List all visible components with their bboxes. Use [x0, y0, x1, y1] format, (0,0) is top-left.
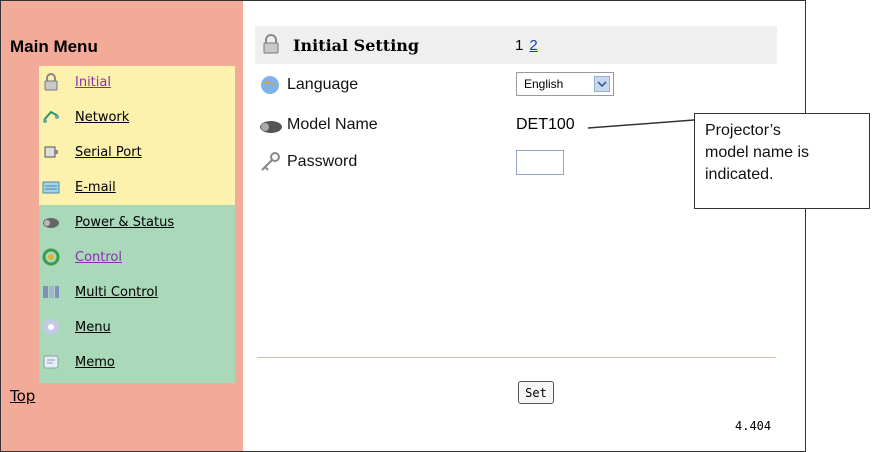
page-title: Initial Setting — [293, 36, 420, 55]
callout-pointer — [588, 119, 695, 129]
email-icon — [42, 181, 60, 194]
divider — [257, 357, 776, 358]
serial-port-icon — [44, 146, 58, 158]
language-select-value: English — [524, 77, 564, 91]
sidebar-item-power-status-label[interactable]: Power & Status — [75, 215, 174, 230]
sidebar-item-email[interactable]: E-mail — [39, 170, 116, 204]
version-text: 4.404 — [735, 419, 772, 433]
sidebar-item-memo-label[interactable]: Memo — [75, 355, 115, 370]
projector-icon — [260, 121, 282, 133]
callout-line-1: Projector’s — [705, 122, 781, 139]
current-page: 1 — [515, 37, 524, 54]
sidebar-item-menu-label[interactable]: Menu — [75, 320, 111, 335]
sidebar-item-menu[interactable]: Menu — [39, 310, 111, 344]
sidebar-item-initial-label[interactable]: Initial — [75, 75, 111, 90]
annotation-callout: Projector’s model name is indicated. — [694, 113, 870, 209]
control-icon — [42, 248, 60, 266]
sidebar-item-network[interactable]: Network — [39, 100, 129, 134]
sidebar-item-multi-control[interactable]: Multi Control — [39, 275, 158, 309]
password-label: Password — [287, 153, 358, 170]
sidebar-item-memo[interactable]: Memo — [39, 345, 115, 379]
callout-line-3: indicated. — [705, 166, 774, 183]
network-icon — [43, 110, 59, 123]
sidebar-item-initial[interactable]: Initial — [39, 65, 111, 99]
key-icon — [261, 152, 280, 171]
memo-icon — [43, 355, 59, 369]
web-page-frame: Main Menu Initial Network Serial Port E-… — [0, 0, 806, 452]
chevron-down-icon[interactable] — [594, 76, 610, 92]
callout-line-2: model name is — [705, 144, 810, 161]
sidebar-item-email-label[interactable]: E-mail — [75, 180, 116, 195]
sidebar-item-serial-port[interactable]: Serial Port — [39, 135, 142, 169]
sidebar: Main Menu Initial Network Serial Port E-… — [1, 1, 243, 451]
lock-icon — [44, 73, 58, 91]
language-select[interactable]: English — [516, 72, 614, 96]
sidebar-item-control-label[interactable]: Control — [75, 250, 122, 265]
language-label: Language — [287, 76, 359, 93]
sidebar-item-serial-port-label[interactable]: Serial Port — [75, 145, 142, 160]
sidebar-item-network-label[interactable]: Network — [75, 110, 129, 125]
page-link-2[interactable]: 2 — [529, 37, 537, 54]
pagination: 12 — [515, 37, 538, 54]
lock-icon — [263, 34, 279, 54]
projector-icon — [43, 218, 59, 228]
sidebar-item-multi-control-label[interactable]: Multi Control — [75, 285, 158, 300]
sidebar-item-control[interactable]: Control — [39, 240, 122, 274]
set-button[interactable]: Set — [518, 381, 554, 404]
multi-control-icon — [43, 286, 59, 298]
sidebar-item-power-status[interactable]: Power & Status — [39, 205, 174, 239]
main-menu-title: Main Menu — [10, 37, 98, 56]
password-input[interactable] — [516, 150, 564, 175]
globe-icon — [261, 76, 279, 94]
model-name-label: Model Name — [287, 116, 378, 133]
model-name-value: DET100 — [516, 116, 575, 133]
menu-icon — [43, 319, 59, 335]
top-link[interactable]: Top — [10, 387, 35, 405]
